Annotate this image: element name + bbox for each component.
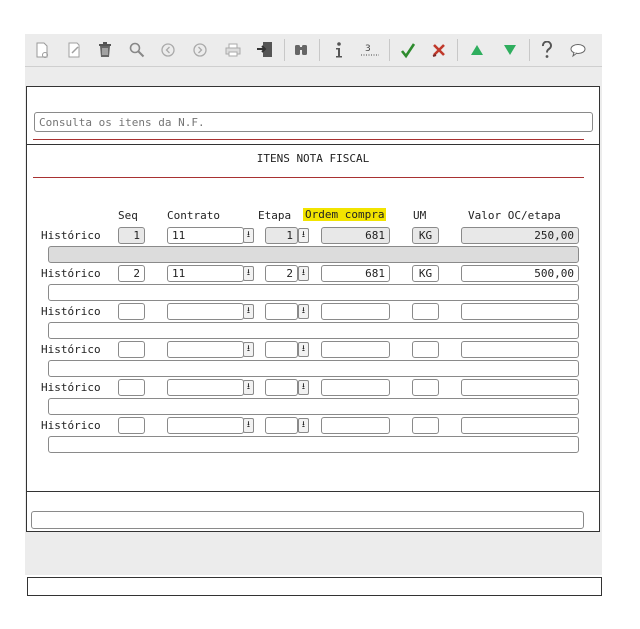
contrato-field[interactable] (167, 417, 244, 434)
historico-field[interactable] (48, 436, 579, 453)
etapa-field[interactable]: 2 (265, 265, 298, 282)
search-field[interactable] (34, 112, 593, 132)
separator-red (33, 139, 584, 140)
valor-field[interactable]: 250,00 (461, 227, 579, 244)
ordem-compra-field[interactable] (321, 303, 390, 320)
row-label-historico: Histórico (41, 229, 101, 242)
header-contrato: Contrato (167, 209, 220, 222)
contrato-dropdown-icon[interactable]: ⭳ (243, 380, 254, 395)
seq-field[interactable] (118, 341, 145, 358)
export-icon[interactable] (253, 38, 277, 62)
header-etapa: Etapa (258, 209, 292, 222)
down-icon[interactable] (498, 38, 522, 62)
ordem-compra-field[interactable]: 681 (321, 227, 390, 244)
ordem-compra-field[interactable] (321, 341, 390, 358)
valor-field[interactable] (461, 303, 579, 320)
contrato-field[interactable] (167, 303, 244, 320)
contrato-dropdown-icon[interactable]: ⭳ (243, 418, 254, 433)
search-input[interactable] (35, 113, 592, 131)
search-icon[interactable] (125, 38, 149, 62)
etapa-dropdown-icon[interactable]: ⭳ (298, 342, 309, 357)
header-um: UM (413, 209, 427, 222)
contrato-field[interactable]: 11 (167, 265, 244, 282)
row-label-historico: Histórico (41, 305, 101, 318)
etapa-dropdown-icon[interactable]: ⭳ (298, 304, 309, 319)
etapa-dropdown-icon[interactable]: ⭳ (298, 228, 309, 243)
etapa-field[interactable] (265, 303, 298, 320)
contrato-field[interactable] (167, 379, 244, 396)
um-field[interactable] (412, 303, 439, 320)
etapa-dropdown-icon[interactable]: ⭳ (298, 418, 309, 433)
contrato-field[interactable]: 11 (167, 227, 244, 244)
print-icon[interactable] (221, 38, 245, 62)
form-title: ITENS NOTA FISCAL (256, 152, 370, 165)
ordem-compra-field[interactable]: 681 (321, 265, 390, 282)
help-icon[interactable] (535, 38, 559, 62)
historico-field[interactable] (48, 246, 579, 263)
info-icon[interactable] (327, 38, 351, 62)
contrato-dropdown-icon[interactable]: ⭳ (243, 342, 254, 357)
header-valor: Valor OC/etapa (468, 209, 561, 222)
row-label-historico: Histórico (41, 267, 101, 280)
comment-icon[interactable] (566, 38, 590, 62)
bottom-band (26, 492, 600, 532)
trash-icon[interactable] (93, 38, 117, 62)
row-label-historico: Histórico (41, 343, 101, 356)
header-ordem-compra: Ordem compra (303, 208, 387, 221)
seq-field[interactable]: 1 (118, 227, 145, 244)
valor-field[interactable] (461, 341, 579, 358)
main-panel: ITENS NOTA FISCAL Seq Contrato Etapa Ord… (26, 86, 600, 492)
um-field[interactable] (412, 341, 439, 358)
contrato-field[interactable] (167, 341, 244, 358)
toolbar: 3 (25, 34, 602, 67)
ruler-icon[interactable]: 3 (358, 38, 382, 62)
new-doc-icon[interactable] (30, 38, 54, 62)
seq-field[interactable] (118, 303, 145, 320)
svg-text:3: 3 (365, 44, 371, 54)
seq-field[interactable] (118, 417, 145, 434)
um-field[interactable] (412, 417, 439, 434)
historico-field[interactable] (48, 398, 579, 415)
contrato-dropdown-icon[interactable]: ⭳ (243, 304, 254, 319)
historico-field[interactable] (48, 360, 579, 377)
next-icon[interactable] (188, 38, 212, 62)
row-label-historico: Histórico (41, 419, 101, 432)
ordem-compra-field[interactable] (321, 417, 390, 434)
etapa-dropdown-icon[interactable]: ⭳ (298, 380, 309, 395)
etapa-field[interactable] (265, 379, 298, 396)
previous-icon[interactable] (156, 38, 180, 62)
row-label-historico: Histórico (41, 381, 101, 394)
um-field[interactable] (412, 379, 439, 396)
contrato-dropdown-icon[interactable]: ⭳ (243, 266, 254, 281)
separator-red-2 (33, 177, 584, 178)
valor-field[interactable] (461, 379, 579, 396)
binoculars-icon[interactable] (289, 38, 313, 62)
edit-icon[interactable] (62, 38, 86, 62)
etapa-field[interactable] (265, 341, 298, 358)
um-field[interactable]: KG (412, 265, 439, 282)
etapa-dropdown-icon[interactable]: ⭳ (298, 266, 309, 281)
header-ordem-compra-text: Ordem compra (303, 208, 387, 221)
um-field[interactable]: KG (412, 227, 439, 244)
message-field[interactable] (31, 511, 584, 529)
historico-field[interactable] (48, 284, 579, 301)
valor-field[interactable] (461, 417, 579, 434)
up-icon[interactable] (465, 38, 489, 62)
valor-field[interactable]: 500,00 (461, 265, 579, 282)
header-seq: Seq (118, 209, 138, 222)
etapa-field[interactable] (265, 417, 298, 434)
etapa-field[interactable]: 1 (265, 227, 298, 244)
seq-field[interactable]: 2 (118, 265, 145, 282)
contrato-dropdown-icon[interactable]: ⭳ (243, 228, 254, 243)
divider (27, 144, 599, 145)
status-bar (27, 577, 602, 596)
historico-field[interactable] (48, 322, 579, 339)
confirm-icon[interactable] (396, 38, 420, 62)
seq-field[interactable] (118, 379, 145, 396)
cancel-icon[interactable] (427, 38, 451, 62)
ordem-compra-field[interactable] (321, 379, 390, 396)
